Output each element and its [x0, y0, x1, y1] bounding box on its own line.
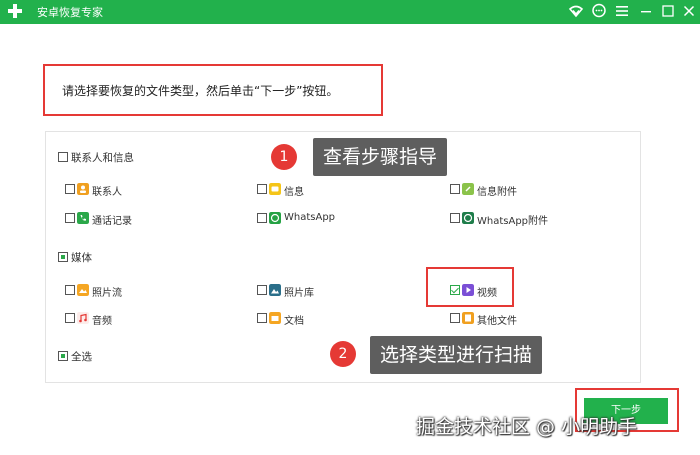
- step-2-badge: 2: [330, 341, 356, 367]
- contact-label: 联系人: [92, 187, 122, 198]
- maximize-icon[interactable]: [660, 3, 676, 19]
- whatsapp-attachment-icon: [462, 212, 474, 224]
- media-group-checkbox[interactable]: [58, 252, 68, 262]
- document-checkbox[interactable]: [257, 313, 267, 323]
- photo-stream-label: 照片流: [92, 288, 122, 299]
- other-files-label: 其他文件: [477, 316, 517, 327]
- chat-icon[interactable]: [591, 3, 607, 19]
- app-logo-icon: [8, 4, 22, 18]
- message-attachment-label: 信息附件: [477, 187, 517, 198]
- contacts-group-label: 联系人和信息: [71, 152, 134, 164]
- message-icon: [269, 183, 281, 195]
- title-bar: 安卓恢复专家: [0, 0, 700, 24]
- contact-checkbox[interactable]: [65, 184, 75, 194]
- photo-library-checkbox[interactable]: [257, 285, 267, 295]
- minimize-icon[interactable]: [638, 3, 654, 19]
- watermark-text: 掘金技术社区 @ 小明助手: [416, 416, 638, 438]
- document-icon: [269, 312, 281, 324]
- audio-icon: [77, 312, 89, 324]
- other-files-icon: [462, 312, 474, 324]
- contacts-group-checkbox[interactable]: [58, 152, 68, 162]
- document-label: 文档: [284, 316, 304, 327]
- message-checkbox[interactable]: [257, 184, 267, 194]
- photo-library-icon: [269, 284, 281, 296]
- call-log-checkbox[interactable]: [65, 213, 75, 223]
- select-all-checkbox[interactable]: [58, 351, 68, 361]
- photo-stream-icon: [77, 284, 89, 296]
- attachment-icon: [462, 183, 474, 195]
- contact-icon: [77, 183, 89, 195]
- instruction-text: 请选择要恢复的文件类型，然后单击“下一步”按钮。: [62, 84, 339, 98]
- whatsapp-attachment-label: WhatsApp附件: [477, 216, 549, 227]
- whatsapp-checkbox[interactable]: [257, 213, 267, 223]
- message-attachment-checkbox[interactable]: [450, 184, 460, 194]
- video-highlight-box: [426, 267, 514, 307]
- menu-icon[interactable]: [614, 3, 630, 19]
- window-title: 安卓恢复专家: [37, 6, 103, 19]
- whatsapp-label: WhatsApp: [284, 212, 336, 223]
- photo-stream-checkbox[interactable]: [65, 285, 75, 295]
- call-log-icon: [77, 212, 89, 224]
- media-group-label: 媒体: [71, 252, 92, 264]
- other-files-checkbox[interactable]: [450, 313, 460, 323]
- wifi-icon[interactable]: [568, 3, 584, 19]
- audio-label: 音频: [92, 316, 112, 327]
- message-label: 信息: [284, 187, 304, 198]
- whatsapp-attachment-checkbox[interactable]: [450, 213, 460, 223]
- step-1-badge: 1: [271, 144, 297, 170]
- step-1-tooltip: 查看步骤指导: [313, 138, 448, 176]
- select-all-label: 全选: [71, 351, 92, 363]
- photo-library-label: 照片库: [284, 288, 314, 299]
- call-log-label: 通话记录: [92, 216, 132, 227]
- close-icon[interactable]: [681, 3, 697, 19]
- audio-checkbox[interactable]: [65, 313, 75, 323]
- step-2-tooltip: 选择类型进行扫描: [370, 336, 543, 374]
- whatsapp-icon: [269, 212, 281, 224]
